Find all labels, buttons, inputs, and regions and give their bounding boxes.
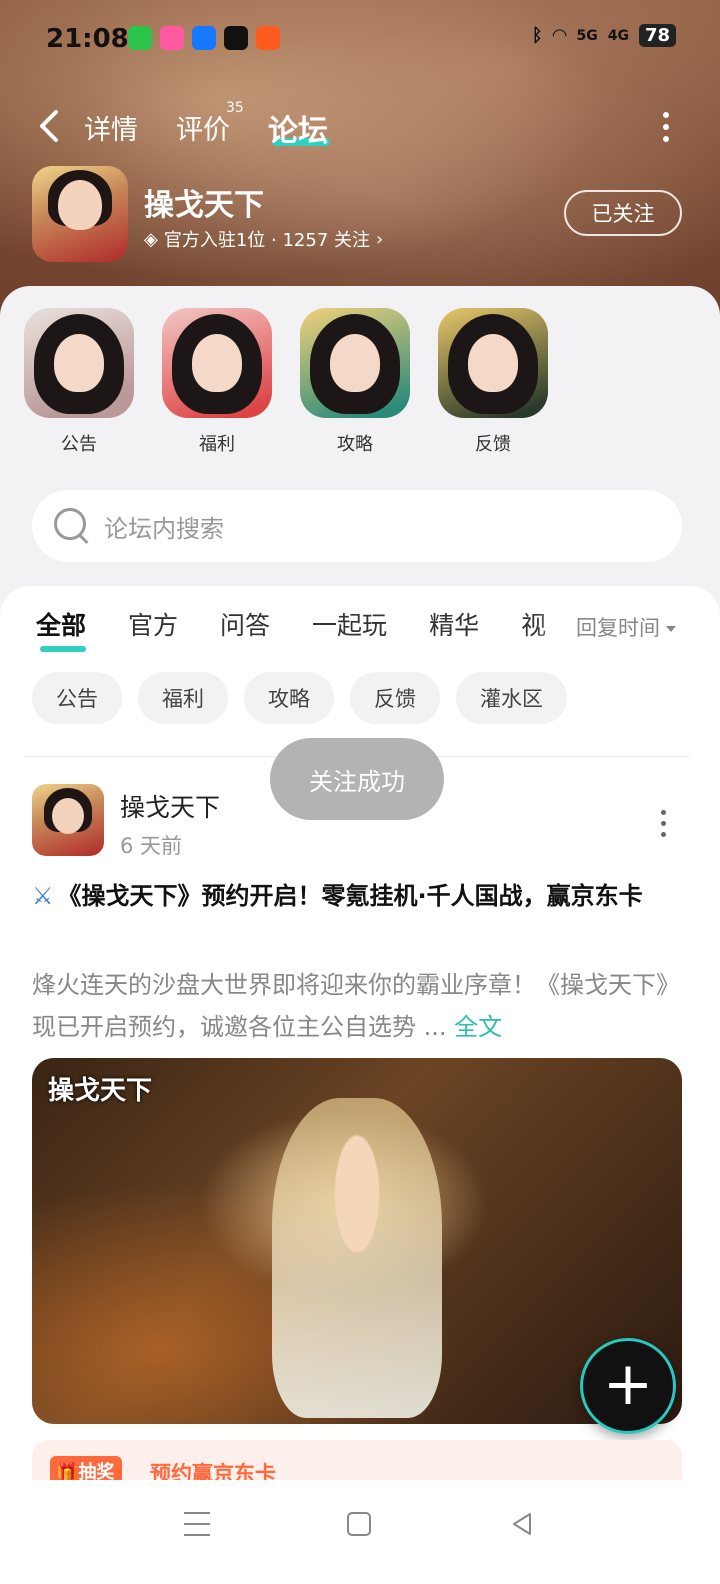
battery-icon: 78	[638, 24, 676, 47]
chevron-right-icon: ›	[376, 228, 384, 250]
plus-icon: +	[602, 1349, 654, 1419]
post-title[interactable]: ⚔ 《操戈天下》预约开启！零氪挂机·千人国战，赢京东卡	[32, 876, 672, 916]
back-arrow-icon[interactable]	[36, 106, 64, 146]
post-more-icon[interactable]	[658, 810, 668, 840]
sort-label: 回复时间	[576, 616, 660, 640]
category-feedback[interactable]: 反馈	[438, 308, 548, 456]
bluetooth-icon: ᛒ	[531, 25, 543, 46]
full-text-link[interactable]: 全文	[454, 1013, 502, 1041]
system-nav-bar	[0, 1480, 720, 1584]
avatar[interactable]	[32, 784, 104, 856]
status-time: 21:08	[46, 24, 129, 54]
category-label: 福利	[199, 434, 235, 455]
post-author[interactable]: 操戈天下	[120, 788, 220, 824]
sort-dropdown[interactable]: 回复时间	[576, 612, 676, 642]
filter-tab-play-together[interactable]: 一起玩	[312, 606, 387, 642]
reviews-count-badge: 35	[226, 100, 244, 116]
category-announcement-image	[24, 308, 134, 418]
category-welfare[interactable]: 福利	[162, 308, 272, 456]
signal-5g-icon: 5G	[576, 27, 598, 44]
post-ellipsis: ...	[423, 1013, 447, 1041]
more-options-icon[interactable]	[660, 112, 672, 142]
shopping-app-icon	[256, 26, 280, 50]
wifi-icon: ◠	[552, 25, 567, 46]
category-label: 攻略	[337, 434, 373, 455]
create-post-button[interactable]: +	[580, 1338, 676, 1434]
top-nav: 详情 评价 35 论坛	[0, 98, 720, 158]
filter-tabs: 全部 官方 问答 一起玩 精华 视	[36, 606, 546, 652]
post-time: 6 天前	[120, 834, 183, 858]
filter-tab-featured[interactable]: 精华	[429, 606, 479, 642]
game-title: 操戈天下	[144, 188, 264, 223]
chip-guide[interactable]: 攻略	[244, 672, 334, 724]
signal-4g-icon: 4G	[607, 27, 629, 44]
tab-details[interactable]: 详情	[84, 108, 138, 147]
post-body-text: 烽火连天的沙盘大世界即将迎来你的霸业序章！《操戈天下》现已开启预约，诚邀各位主公…	[32, 971, 668, 1041]
tag-chips: 公告 福利 攻略 反馈 灌水区	[32, 672, 567, 724]
follow-button[interactable]: 已关注	[564, 190, 682, 236]
game-meta-text: 官方入驻1位 · 1257 关注	[163, 230, 370, 251]
toast-message: 关注成功	[270, 738, 444, 820]
alipay-icon	[192, 26, 216, 50]
crossed-swords-icon: ⚔	[32, 882, 54, 910]
game-logo-watermark: 操戈天下	[48, 1076, 153, 1106]
category-announcement[interactable]: 公告	[24, 308, 134, 456]
category-guide-image	[300, 308, 410, 418]
notification-icons	[128, 26, 280, 50]
chip-welfare[interactable]: 福利	[138, 672, 228, 724]
image-figure	[272, 1098, 442, 1418]
post-excerpt[interactable]: 烽火连天的沙盘大世界即将迎来你的霸业序章！《操戈天下》现已开启预约，诚邀各位主公…	[32, 964, 678, 1048]
diamond-icon: ◈	[144, 228, 158, 250]
search-placeholder: 论坛内搜索	[104, 514, 224, 543]
home-icon[interactable]	[347, 1512, 371, 1536]
caret-down-icon	[666, 626, 676, 632]
forum-search-bar[interactable]: 论坛内搜索	[32, 490, 682, 562]
back-icon[interactable]	[508, 1510, 536, 1538]
tiktok-icon	[224, 26, 248, 50]
category-shortcuts: 公告 福利 攻略 反馈	[24, 308, 548, 456]
filter-tab-official[interactable]: 官方	[128, 606, 178, 642]
game-meta[interactable]: ◈ 官方入驻1位 · 1257 关注 ›	[144, 226, 383, 252]
tabs-fade-overlay	[536, 600, 576, 648]
category-feedback-image	[438, 308, 548, 418]
status-bar: 21:08 ᛒ ◠ 5G 4G 78	[0, 0, 720, 78]
status-indicators: ᛒ ◠ 5G 4G 78	[532, 24, 676, 47]
music-app-icon	[160, 26, 184, 50]
filter-tab-all[interactable]: 全部	[36, 606, 87, 652]
category-guide[interactable]: 攻略	[300, 308, 410, 456]
tab-reviews[interactable]: 评价	[176, 108, 230, 147]
category-label: 公告	[61, 434, 97, 455]
search-icon	[52, 506, 92, 546]
wechat-icon	[128, 26, 152, 50]
chip-offtopic[interactable]: 灌水区	[456, 672, 567, 724]
chip-announcement[interactable]: 公告	[32, 672, 122, 724]
game-info: 操戈天下 ◈ 官方入驻1位 · 1257 关注 › 已关注	[32, 166, 692, 264]
tab-forum[interactable]: 论坛	[268, 106, 328, 150]
recent-apps-icon[interactable]	[184, 1512, 210, 1536]
chip-feedback[interactable]: 反馈	[350, 672, 440, 724]
game-icon[interactable]	[32, 166, 128, 262]
filter-tab-qa[interactable]: 问答	[220, 606, 270, 642]
post-title-text: 《操戈天下》预约开启！零氪挂机·千人国战，赢京东卡	[57, 882, 643, 910]
category-label: 反馈	[475, 434, 511, 455]
category-welfare-image	[162, 308, 272, 418]
